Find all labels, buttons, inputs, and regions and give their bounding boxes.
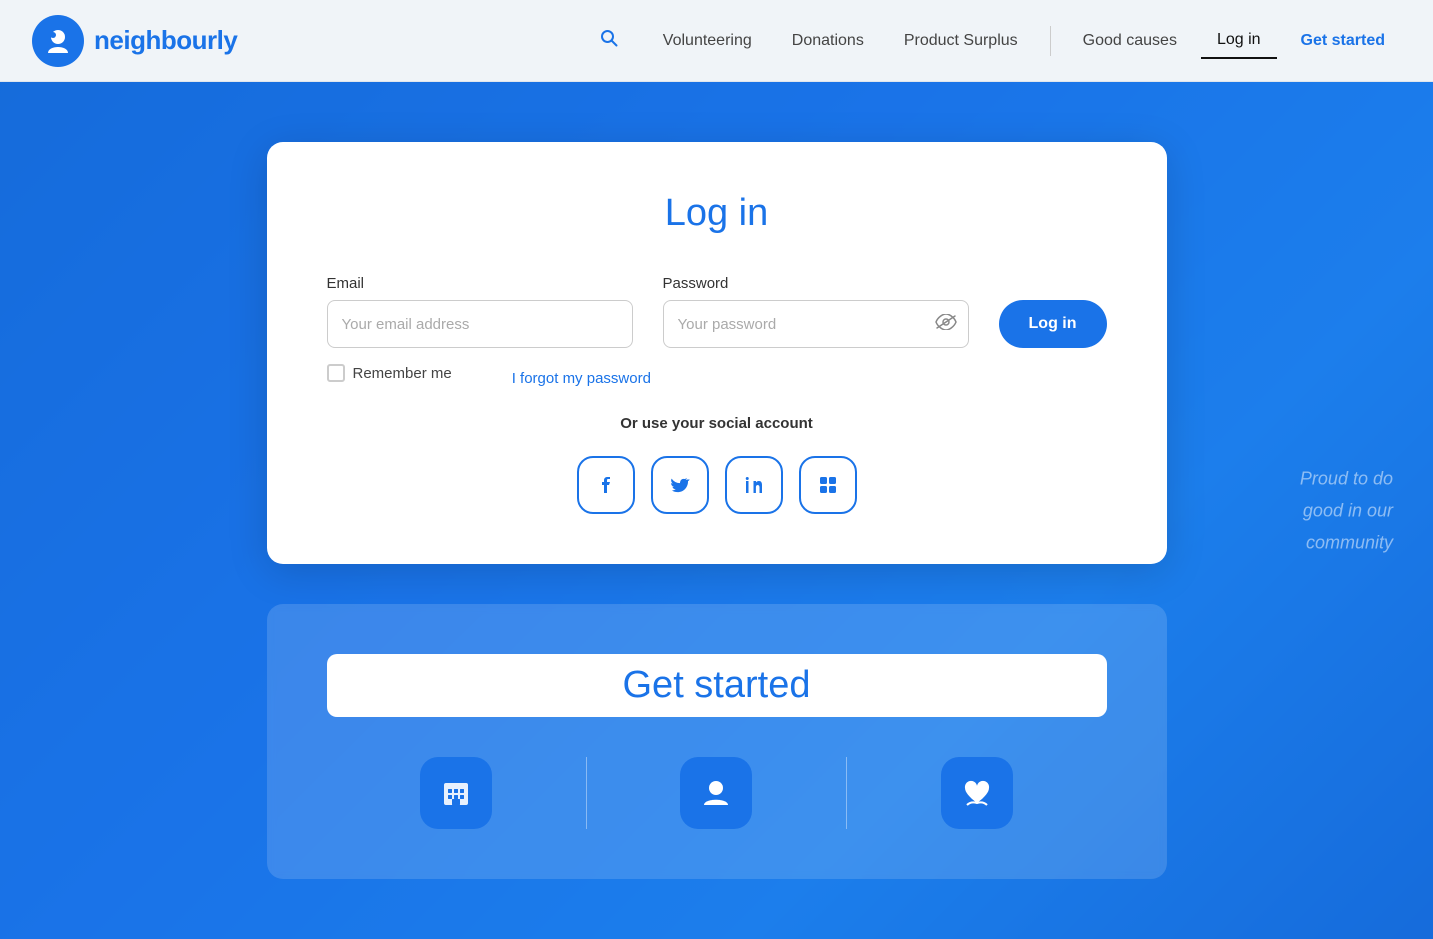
- password-label: Password: [663, 275, 969, 292]
- get-started-title: Get started: [327, 654, 1107, 717]
- person-icon: [680, 757, 752, 829]
- nav-divider: [1050, 26, 1051, 56]
- nav-product-surplus[interactable]: Product Surplus: [888, 24, 1034, 58]
- get-started-card: Get started: [267, 604, 1167, 879]
- nav-donations[interactable]: Donations: [776, 24, 880, 58]
- logo-icon: [32, 15, 84, 67]
- twitter-login-button[interactable]: [651, 456, 709, 514]
- password-group: Password: [663, 275, 969, 348]
- remember-me-row: Remember me: [327, 364, 452, 382]
- email-label: Email: [327, 275, 633, 292]
- toggle-password-icon[interactable]: [935, 314, 957, 335]
- linkedin-login-button[interactable]: [725, 456, 783, 514]
- nav-get-started[interactable]: Get started: [1285, 24, 1401, 58]
- business-icon: [420, 757, 492, 829]
- gs-item-business: [327, 757, 587, 829]
- remember-me-checkbox[interactable]: [327, 364, 345, 382]
- nav-volunteering[interactable]: Volunteering: [647, 24, 768, 58]
- nav-login[interactable]: Log in: [1201, 23, 1277, 59]
- forgot-password-link[interactable]: I forgot my password: [512, 370, 651, 387]
- bg-quote: Proud to do good in our community: [1300, 462, 1393, 559]
- gs-item-charity: [847, 757, 1106, 829]
- logo-link[interactable]: neighbourly: [32, 15, 237, 67]
- email-input-wrapper: [327, 300, 633, 348]
- gs-item-person: [587, 757, 847, 829]
- header: neighbourly Volunteering Donations Produ…: [0, 0, 1433, 82]
- login-button[interactable]: Log in: [999, 300, 1107, 348]
- neighbourly-login-button[interactable]: [799, 456, 857, 514]
- nav-good-causes[interactable]: Good causes: [1067, 24, 1193, 58]
- remember-forgot-row: Remember me I forgot my password: [327, 364, 1107, 387]
- get-started-icons-row: [327, 757, 1107, 829]
- password-input[interactable]: [663, 300, 969, 348]
- remember-me-label: Remember me: [353, 365, 452, 382]
- social-divider-text: Or use your social account: [327, 415, 1107, 432]
- logo-text: neighbourly: [94, 25, 237, 56]
- login-title: Log in: [327, 192, 1107, 235]
- search-button[interactable]: [591, 20, 627, 61]
- facebook-login-button[interactable]: [577, 456, 635, 514]
- charity-icon: [941, 757, 1013, 829]
- main-nav: Volunteering Donations Product Surplus G…: [591, 20, 1401, 61]
- email-input[interactable]: [327, 300, 633, 348]
- form-fields-row: Email Password: [327, 275, 1107, 348]
- email-group: Email: [327, 275, 633, 348]
- login-card: Log in Email Password: [267, 142, 1167, 564]
- password-input-wrapper: [663, 300, 969, 348]
- hero-section: Proud to do good in our community Log in…: [0, 82, 1433, 939]
- social-buttons-row: [327, 456, 1107, 514]
